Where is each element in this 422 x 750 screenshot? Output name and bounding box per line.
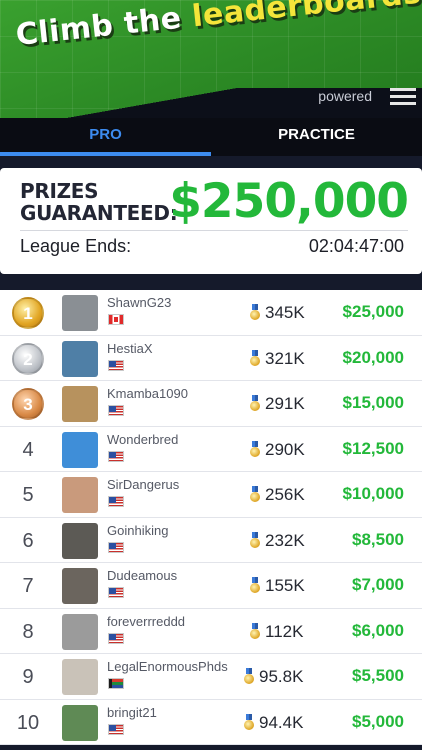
player-score: 345K [265, 303, 305, 322]
rank-number: 8 [22, 620, 34, 643]
tab-bar: PRO PRACTICE [0, 118, 422, 156]
leaderboard-list: 1 ShawnG23 345K $25,000 2 HestiaX 321K $20,000 3… [0, 290, 422, 745]
player-prize: $8,500 [352, 529, 404, 549]
leaderboard-row[interactable]: 6 Goinhiking 232K $8,500 [0, 517, 422, 563]
player-score: 290K [265, 439, 305, 459]
hamburger-menu-icon[interactable] [390, 88, 416, 105]
avatar[interactable] [62, 704, 98, 741]
player-name[interactable]: HestiaX [107, 341, 153, 356]
rank-number: 4 [22, 438, 34, 461]
medal-score-icon [250, 304, 260, 321]
player-prize: $7,000 [352, 575, 404, 594]
rank-medal-icon: 1 [12, 297, 44, 329]
tab-practice[interactable]: PRACTICE [211, 118, 422, 156]
player-name[interactable]: Dudeamous [107, 568, 177, 583]
player-score: 155K [265, 576, 305, 595]
ca-flag-icon [108, 314, 124, 325]
player-name[interactable]: LegalEnormousPhds [107, 659, 228, 674]
za-flag-icon [108, 678, 124, 689]
medal-score-icon [250, 440, 260, 458]
player-score: 112K [265, 621, 304, 641]
powered-label: powered [318, 88, 372, 104]
player-name[interactable]: Goinhiking [107, 523, 168, 538]
leaderboard-row[interactable]: 2 HestiaX 321K $20,000 [0, 335, 422, 381]
player-score: 94.4K [259, 712, 304, 732]
player-prize: $15,000 [342, 393, 404, 412]
player-name[interactable]: ShawnG23 [107, 295, 171, 310]
medal-score-icon [250, 395, 260, 412]
player-prize: $6,000 [352, 620, 404, 640]
player-name[interactable]: SirDangerus [107, 477, 179, 492]
leaderboard-row[interactable]: 3 Kmamba1090 291K $15,000 [0, 381, 422, 427]
prize-pool-amount: $250,000 [169, 174, 409, 229]
player-prize: $20,000 [342, 347, 404, 367]
medal-score-icon [244, 668, 254, 685]
us-flag-icon [108, 359, 124, 371]
medal-score-icon [250, 531, 260, 549]
us-flag-icon [108, 632, 124, 644]
league-countdown: 02:04:47:00 [308, 236, 404, 256]
avatar[interactable] [62, 659, 98, 695]
leaderboard-row[interactable]: 4 Wonderbred 290K $12,500 [0, 426, 422, 472]
us-flag-icon [108, 496, 124, 507]
rank-medal-icon: 2 [12, 342, 44, 375]
avatar[interactable] [62, 386, 98, 422]
player-prize: $12,500 [342, 438, 404, 458]
rank-number: 7 [22, 575, 34, 597]
medal-score-icon [250, 577, 260, 594]
player-score: 256K [265, 485, 305, 504]
avatar[interactable] [62, 340, 98, 377]
rank-number: 9 [22, 666, 34, 688]
avatar[interactable] [62, 431, 98, 468]
leaderboard-row[interactable]: 1 ShawnG23 345K $25,000 [0, 290, 422, 336]
leaderboard-row[interactable]: 8 foreverrreddd 112K $6,000 [0, 608, 422, 654]
leaderboard-row[interactable]: 10 bringit21 94.4K $5,000 [0, 699, 422, 745]
us-flag-icon [108, 541, 124, 553]
leaderboard-row[interactable]: 7 Dudeamous 155K $7,000 [0, 563, 422, 609]
medal-score-icon [244, 713, 254, 731]
player-prize: $5,500 [352, 666, 404, 685]
player-prize: $10,000 [342, 484, 404, 503]
leaderboard-row[interactable]: 9 LegalEnormousPhds 95.8K $5,500 [0, 654, 422, 700]
medal-score-icon [250, 349, 260, 367]
avatar[interactable] [62, 477, 98, 513]
rank-number: 10 [16, 711, 40, 734]
player-prize: $25,000 [342, 302, 404, 321]
player-score: 95.8K [259, 667, 304, 686]
avatar[interactable] [62, 295, 98, 331]
league-ends-label: League Ends: [20, 236, 132, 256]
leaderboard-row[interactable]: 5 SirDangerus 256K $10,000 [0, 472, 422, 518]
player-name[interactable]: Wonderbred [107, 432, 178, 447]
player-score: 321K [265, 348, 305, 368]
prize-card: PRIZES GUARANTEED: $250,000 League Ends:… [0, 168, 422, 274]
prize-card-divider [20, 230, 408, 231]
player-score: 232K [265, 530, 305, 550]
us-flag-icon [108, 405, 124, 416]
rank-medal-icon: 3 [12, 388, 44, 420]
rank-number: 6 [22, 529, 34, 552]
prizes-label-line1: PRIZES [20, 179, 99, 203]
player-score: 291K [265, 394, 305, 413]
player-name[interactable]: Kmamba1090 [107, 386, 188, 401]
prizes-label-line2: GUARANTEED: [20, 201, 178, 225]
player-prize: $5,000 [352, 711, 404, 731]
medal-score-icon [250, 486, 260, 503]
rank-number: 5 [22, 484, 34, 506]
avatar[interactable] [62, 568, 98, 604]
us-flag-icon [108, 587, 124, 598]
player-name[interactable]: bringit21 [107, 705, 157, 720]
prizes-guaranteed-label: PRIZES GUARANTEED: [20, 180, 180, 224]
medal-score-icon [250, 622, 260, 640]
player-name[interactable]: foreverrreddd [107, 614, 185, 629]
us-flag-icon [108, 723, 124, 735]
us-flag-icon [108, 450, 124, 462]
avatar[interactable] [62, 522, 98, 559]
tab-pro[interactable]: PRO [0, 118, 211, 156]
avatar[interactable] [62, 613, 98, 650]
